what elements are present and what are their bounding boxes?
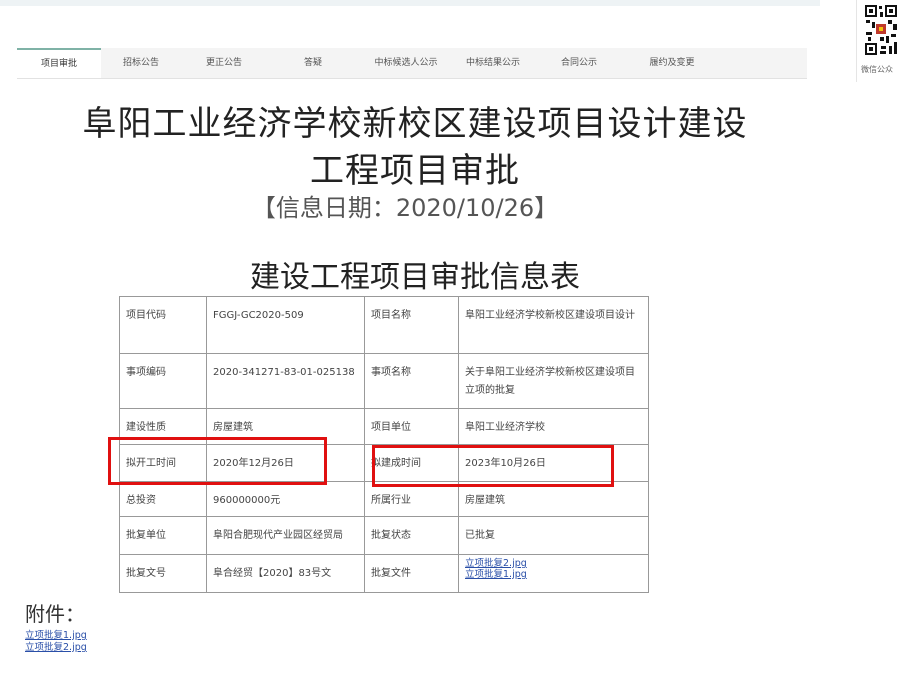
tab-candidate-publicity[interactable]: 中标候选人公示: [359, 48, 453, 78]
field-value: 阜阳合肥现代产业园区经贸局: [206, 516, 365, 555]
field-value: 960000000元: [206, 481, 365, 517]
field-label: 批复单位: [119, 516, 207, 555]
field-value: 2020-341271-83-01-025138: [206, 353, 365, 409]
field-value: 已批复: [458, 516, 649, 555]
field-value: 阜阳工业经济学校新校区建设项目设计: [458, 296, 649, 354]
field-label: 批复状态: [364, 516, 459, 555]
field-label: 批复文号: [119, 554, 207, 593]
approval-file-link-1[interactable]: 立项批复1.jpg: [465, 569, 642, 580]
highlight-box-completion-date: [372, 445, 614, 487]
table-row: 事项编码 2020-341271-83-01-025138 事项名称 关于阜阳工…: [119, 353, 649, 409]
tab-contract-publicity[interactable]: 合同公示: [533, 48, 625, 78]
field-label: 事项编码: [119, 353, 207, 409]
field-value: 关于阜阳工业经济学校新校区建设项目立项的批复: [458, 353, 649, 409]
tab-performance-change[interactable]: 履约及变更: [625, 48, 719, 78]
tab-correction-notice[interactable]: 更正公告: [181, 48, 267, 78]
table-row: 批复文号 阜合经贸【2020】83号文 批复文件 立项批复2.jpg 立项批复1…: [119, 554, 649, 593]
highlight-box-start-date: [108, 437, 327, 485]
tab-tender-notice[interactable]: 招标公告: [101, 48, 181, 78]
tab-bar: 项目审批 招标公告 更正公告 答疑 中标候选人公示 中标结果公示 合同公示 履约…: [17, 48, 807, 79]
field-value: 阜合经贸【2020】83号文: [206, 554, 365, 593]
tab-project-approval[interactable]: 项目审批: [17, 48, 101, 78]
top-strip: [0, 0, 820, 6]
attachment-link-2[interactable]: 立项批复2.jpg: [25, 639, 87, 653]
table-row: 项目代码 FGGJ-GC2020-509 项目名称 阜阳工业经济学校新校区建设项…: [119, 296, 649, 354]
qr-code-icon: [864, 4, 898, 56]
field-value: FGGJ-GC2020-509: [206, 296, 365, 354]
page-title-line2: 工程项目审批: [310, 151, 520, 191]
approval-file-link-2[interactable]: 立项批复2.jpg: [465, 558, 642, 569]
qr-caption: 微信公众: [861, 65, 893, 74]
field-value: 立项批复2.jpg 立项批复1.jpg: [458, 554, 649, 593]
field-label: 事项名称: [364, 353, 459, 409]
page-title-line1: 阜阳工业经济学校新校区建设项目设计建设: [82, 104, 748, 144]
field-label: 批复文件: [364, 554, 459, 593]
info-date: 【信息日期：2020/10/26】: [251, 194, 559, 222]
field-label: 项目名称: [364, 296, 459, 354]
attachments-title: 附件：: [25, 602, 85, 626]
field-value: 阜阳工业经济学校: [458, 408, 649, 445]
tab-award-result[interactable]: 中标结果公示: [453, 48, 533, 78]
field-label: 项目单位: [364, 408, 459, 445]
table-title: 建设工程项目审批信息表: [250, 260, 580, 295]
field-label: 项目代码: [119, 296, 207, 354]
tab-qa[interactable]: 答疑: [267, 48, 359, 78]
table-row: 批复单位 阜阳合肥现代产业园区经贸局 批复状态 已批复: [119, 516, 649, 555]
field-label: 总投资: [119, 481, 207, 517]
